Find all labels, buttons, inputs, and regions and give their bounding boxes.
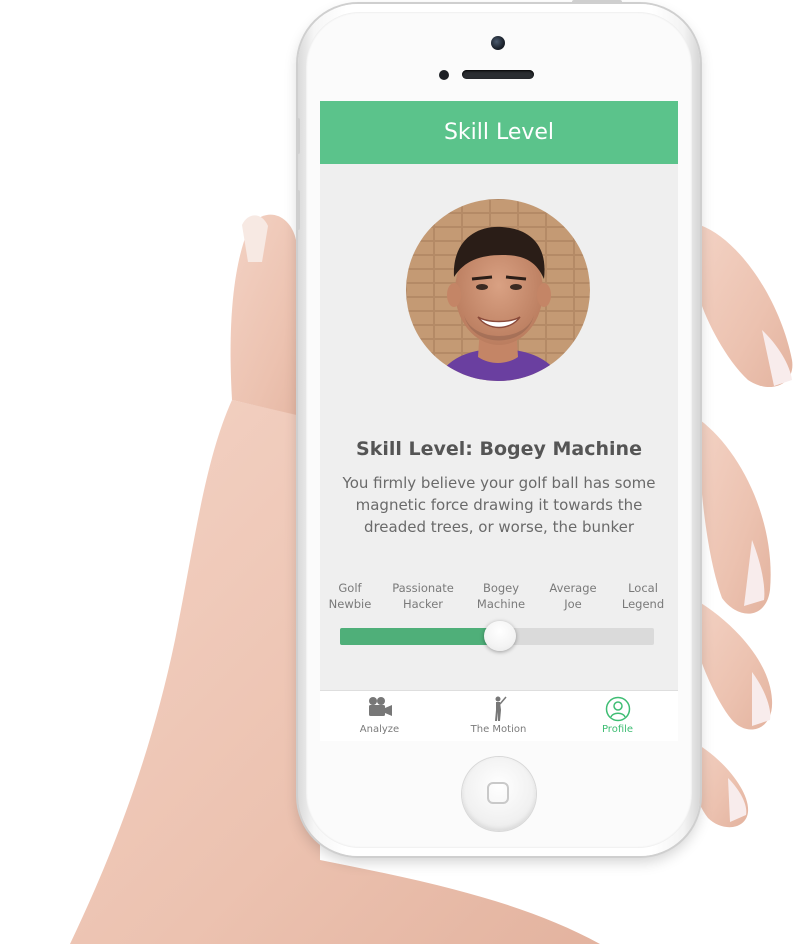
home-button[interactable] bbox=[462, 757, 536, 831]
skill-option-line2: Joe bbox=[564, 597, 582, 611]
skill-option-line2: Newbie bbox=[328, 597, 372, 611]
tab-the-motion-label: The Motion bbox=[470, 724, 527, 735]
proximity-sensor bbox=[439, 70, 449, 80]
skill-option-local-legend[interactable]: Local Legend bbox=[608, 580, 678, 612]
page-title: Skill Level bbox=[443, 120, 555, 145]
skill-option-line1: Bogey bbox=[482, 581, 520, 595]
front-camera-icon bbox=[491, 36, 505, 50]
earpiece-speaker bbox=[462, 70, 534, 79]
nav-header: Skill Level bbox=[320, 101, 678, 164]
skill-option-bogey-machine[interactable]: Bogey Machine bbox=[466, 580, 536, 612]
user-circle-icon bbox=[558, 696, 677, 722]
skill-option-line2: Hacker bbox=[402, 597, 444, 611]
skill-option-line2: Legend bbox=[621, 597, 665, 611]
avatar[interactable] bbox=[406, 199, 590, 381]
skill-option-line1: Passionate bbox=[392, 581, 454, 595]
tab-the-motion[interactable]: The Motion bbox=[439, 691, 558, 741]
skill-option-average-joe[interactable]: Average Joe bbox=[538, 580, 608, 612]
tab-analyze-label: Analyze bbox=[359, 724, 400, 735]
tab-profile-label: Profile bbox=[601, 724, 634, 735]
skill-slider-fill bbox=[340, 628, 501, 645]
volume-button bbox=[296, 190, 300, 230]
skill-level-description: You firmly believe your golf ball has so… bbox=[342, 474, 656, 536]
skill-option-line1: Golf bbox=[338, 581, 362, 595]
tab-profile[interactable]: Profile bbox=[558, 691, 677, 741]
video-camera-icon bbox=[320, 696, 439, 722]
tab-analyze[interactable]: Analyze bbox=[320, 691, 439, 741]
skill-option-passionate-hacker[interactable]: Passionate Hacker bbox=[388, 580, 458, 612]
tab-bar: Analyze The Motion Profile bbox=[320, 690, 678, 741]
skill-option-line1: Local bbox=[628, 581, 658, 595]
golfer-swing-icon bbox=[439, 696, 558, 722]
power-button bbox=[572, 0, 622, 4]
avatar-photo bbox=[406, 199, 590, 381]
skill-slider-thumb[interactable] bbox=[484, 621, 517, 651]
skill-option-line1: Average bbox=[549, 581, 597, 595]
skill-option-golf-newbie[interactable]: Golf Newbie bbox=[320, 580, 385, 612]
skill-level-title: Skill Level: Bogey Machine bbox=[356, 438, 642, 460]
skill-slider-track[interactable] bbox=[340, 621, 654, 651]
home-square-icon bbox=[487, 782, 509, 804]
skill-option-line2: Machine bbox=[476, 597, 526, 611]
app-screen: Skill Level Skill Level: Bogey Machine Y… bbox=[320, 101, 678, 741]
side-switch bbox=[296, 118, 300, 154]
skill-scale-labels: Golf Newbie Passionate Hacker Bogey Mach… bbox=[320, 580, 678, 614]
